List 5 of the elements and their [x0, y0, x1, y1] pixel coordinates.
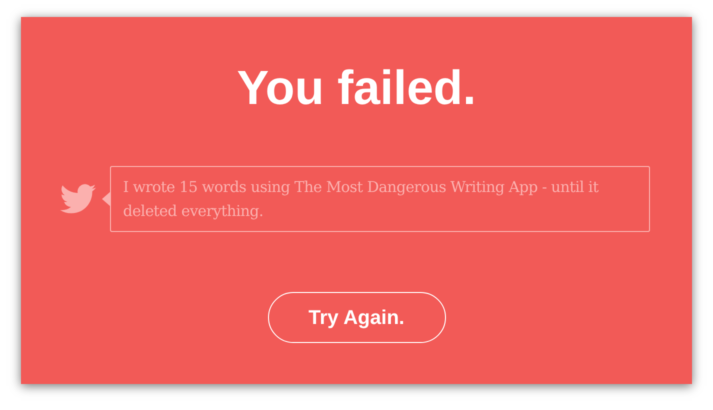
heading: You failed.	[236, 61, 476, 117]
try-again-button[interactable]: Try Again.	[268, 292, 446, 343]
share-message-field[interactable]: I wrote 15 words using The Most Dangerous Writing App - until it deleted everything.	[110, 166, 650, 232]
callout-pointer	[102, 192, 110, 206]
bird-icon	[60, 184, 96, 214]
